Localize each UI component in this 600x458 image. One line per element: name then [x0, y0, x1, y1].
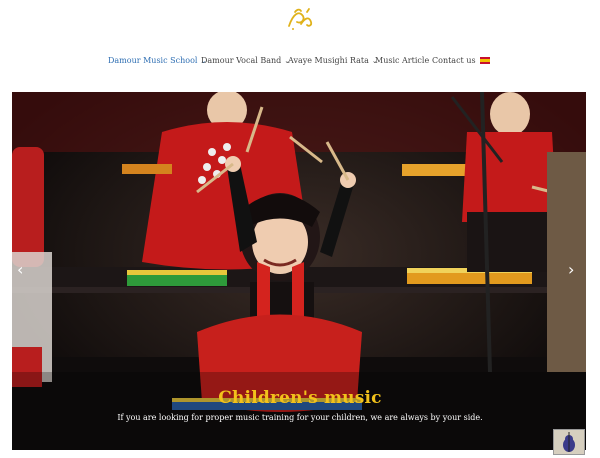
calligraphy-logo-icon[interactable] [283, 6, 317, 32]
slide-title: Children's music [218, 388, 382, 408]
slider-prev-arrow-icon[interactable]: ‹ [17, 262, 23, 278]
nav-item-label: Music Article [375, 56, 430, 65]
nav-item-label: Avaye Musighi Rata [288, 56, 369, 65]
spain-flag-icon[interactable] [480, 57, 490, 64]
nav-item-music-article[interactable]: Music Article [375, 55, 429, 67]
slider-next-arrow-icon[interactable]: › [568, 262, 574, 278]
nav-item-damour-music-school[interactable]: Damour Music School ⌄ [108, 55, 206, 67]
main-nav: Damour Music School ⌄ Damour Vocal Band ⌄ … [0, 55, 600, 69]
violin-icon [554, 430, 584, 454]
slide-subtitle: If you are looking for proper music trai… [117, 413, 483, 422]
nav-item-contact-us[interactable]: Contact us [432, 55, 476, 67]
nav-item-damour-vocal-band[interactable]: Damour Vocal Band ⌄ [201, 55, 290, 67]
nav-item-label: Damour Music School [108, 56, 198, 65]
nav-item-label: Damour Vocal Band [201, 56, 282, 65]
violin-thumbnail-icon[interactable] [553, 429, 585, 455]
nav-item-label: Contact us [432, 56, 476, 65]
nav-item-avaye-musighi-rata[interactable]: Avaye Musighi Rata ⌄ [288, 55, 378, 67]
